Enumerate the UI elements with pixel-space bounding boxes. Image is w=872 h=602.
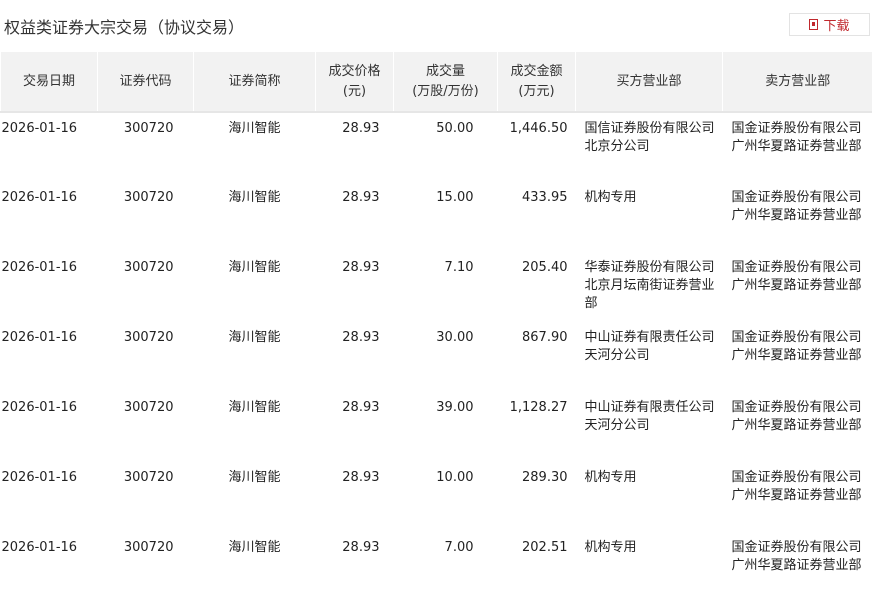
cell-trade-date: 2026-01-16 [1,330,78,345]
cell-volume: 7.10 [444,260,474,275]
cell-trade-date: 2026-01-16 [1,121,78,136]
cell-amount: 867.90 [522,330,568,345]
cell-buyer-branch: 机构专用 [584,190,637,205]
cell-trade-date: 2026-01-16 [1,540,78,555]
cell-volume: 30.00 [436,330,474,345]
cell-price: 28.93 [342,470,380,485]
header-trade-date: 交易日期 [0,52,98,113]
cell-buyer-branch: 机构专用 [584,540,637,555]
cell-buyer-branch: 华泰证券股份有限公司北京月坛南街证券营业部 [584,260,715,311]
cell-security-name: 海川智能 [228,540,281,555]
cell-price: 28.93 [342,260,380,275]
cell-seller-branch: 国金证券股份有限公司广州华夏路证券营业部 [731,260,862,293]
cell-volume: 10.00 [436,470,474,485]
cell-seller-branch: 国金证券股份有限公司广州华夏路证券营业部 [731,190,862,223]
cell-security-code: 300720 [123,540,174,555]
table-row: 2026-01-16 300720 海川智能 28.93 15.00 433.95 机构专用… [1,182,872,252]
header-security-code: 证券代码 [97,52,194,113]
cell-amount: 205.40 [522,260,568,275]
cell-volume: 7.00 [444,540,474,555]
table-row: 2026-01-16 300720 海川智能 28.93 7.00 202.51 机构专用 国… [1,532,872,602]
cell-volume: 39.00 [436,400,474,415]
cell-security-code: 300720 [123,260,174,275]
header-buyer-branch: 买方营业部 [575,52,723,113]
table-row: 2026-01-16 300720 海川智能 28.93 39.00 1,128.27 中山… [1,392,872,462]
cell-price: 28.93 [342,190,380,205]
cell-buyer-branch: 国信证券股份有限公司北京分公司 [584,121,715,154]
block-trade-table: 交易日期 证券代码 证券简称 成交价格 (元) 成交量 (万股/万份) 成交金额 (万元)… [0,52,872,602]
cell-trade-date: 2026-01-16 [1,400,78,415]
cell-amount: 202.51 [522,540,568,555]
cell-security-name: 海川智能 [228,400,281,415]
cell-security-name: 海川智能 [228,470,281,485]
header-price: 成交价格 (元) [315,52,394,113]
cell-buyer-branch: 中山证券有限责任公司天河分公司 [584,330,715,363]
table-row: 2026-01-16 300720 海川智能 28.93 10.00 289.30 机构专用… [1,462,872,532]
cell-security-code: 300720 [123,190,174,205]
cell-amount: 1,128.27 [509,400,568,415]
cell-security-code: 300720 [123,470,174,485]
cell-trade-date: 2026-01-16 [1,190,78,205]
table-row: 2026-01-16 300720 海川智能 28.93 30.00 867.90 中山证券… [1,322,872,392]
cell-security-code: 300720 [123,400,174,415]
cell-amount: 433.95 [522,190,568,205]
cell-buyer-branch: 中山证券有限责任公司天河分公司 [584,400,715,433]
cell-security-name: 海川智能 [228,260,281,275]
cell-security-code: 300720 [123,330,174,345]
cell-security-name: 海川智能 [228,330,281,345]
cell-seller-branch: 国金证券股份有限公司广州华夏路证券营业部 [731,400,862,433]
cell-seller-branch: 国金证券股份有限公司广州华夏路证券营业部 [731,330,862,363]
cell-security-name: 海川智能 [228,190,281,205]
cell-amount: 1,446.50 [509,121,568,136]
cell-buyer-branch: 机构专用 [584,470,637,485]
cell-trade-date: 2026-01-16 [1,470,78,485]
download-label: 下载 [823,19,850,34]
cell-volume: 50.00 [436,121,474,136]
header-amount: 成交金额 (万元) [497,52,576,113]
header-seller-branch: 卖方营业部 [722,52,872,113]
cell-security-name: 海川智能 [228,121,281,136]
table-row: 2026-01-16 300720 海川智能 28.93 50.00 1,446.50 国信… [1,112,872,182]
download-button[interactable]: 下载 [789,13,870,36]
page-title: 权益类证券大宗交易（协议交易） [4,18,245,37]
cell-volume: 15.00 [436,190,474,205]
cell-trade-date: 2026-01-16 [1,260,78,275]
cell-price: 28.93 [342,330,380,345]
header-security-name: 证券简称 [193,52,316,113]
document-icon [809,19,819,30]
cell-price: 28.93 [342,121,380,136]
cell-price: 28.93 [342,400,380,415]
cell-amount: 289.30 [522,470,568,485]
table-row: 2026-01-16 300720 海川智能 28.93 7.10 205.40 华泰证券股… [1,252,872,322]
cell-security-code: 300720 [123,121,174,136]
cell-seller-branch: 国金证券股份有限公司广州华夏路证券营业部 [731,540,862,573]
header-volume: 成交量 (万股/万份) [393,52,498,113]
cell-price: 28.93 [342,540,380,555]
cell-seller-branch: 国金证券股份有限公司广州华夏路证券营业部 [731,121,862,154]
cell-seller-branch: 国金证券股份有限公司广州华夏路证券营业部 [731,470,862,503]
